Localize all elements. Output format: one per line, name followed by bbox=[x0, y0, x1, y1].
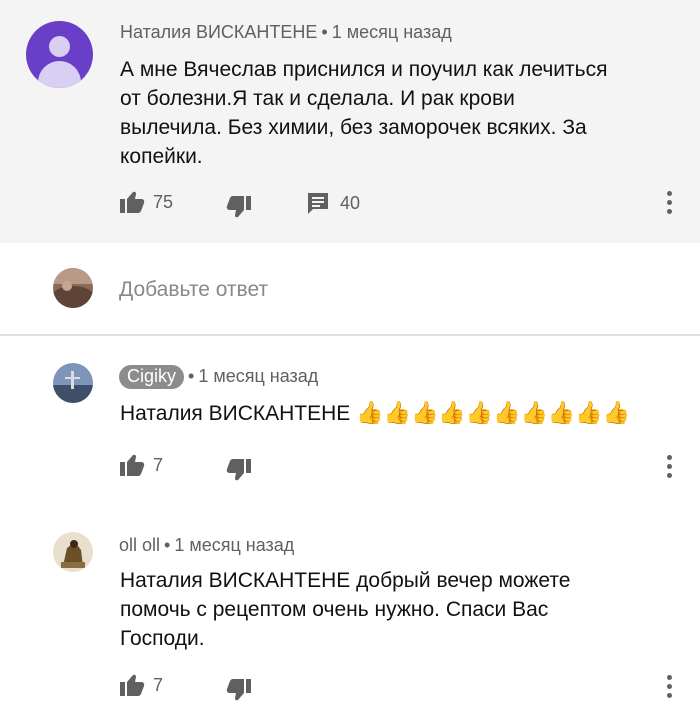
comment-meta: Cigiky • 1 месяц назад bbox=[119, 365, 318, 389]
thumbs-down-icon bbox=[226, 678, 252, 702]
divider bbox=[0, 334, 700, 336]
thumbs-up-icon bbox=[119, 190, 145, 214]
meta-separator: • bbox=[321, 22, 328, 42]
like-count: 75 bbox=[153, 191, 174, 212]
thumbs-up-icon bbox=[119, 453, 145, 477]
more-vertical-icon[interactable] bbox=[667, 191, 673, 217]
comment-text-line: А мне Вячеслав приснился и поучил как ле… bbox=[120, 58, 608, 81]
reply-count: 40 bbox=[340, 192, 361, 213]
like-count: 7 bbox=[153, 454, 164, 475]
highlighted-comment: Наталия ВИСКАНТЕНЕ • 1 месяц назад А мне В… bbox=[0, 0, 700, 243]
comment-text: Наталия ВИСКАНТЕНЕ добрый вечер можете п… bbox=[120, 566, 690, 653]
comment-mention: Наталия ВИСКАНТЕНЕ bbox=[120, 402, 351, 425]
comment-text-line: вылечила. Без химии, без заморочек всяки… bbox=[120, 116, 587, 139]
comment-time[interactable]: 1 месяц назад bbox=[198, 366, 318, 386]
like-button[interactable]: 7 bbox=[119, 453, 163, 477]
comment-meta: oll oll • 1 месяц назад bbox=[119, 535, 294, 556]
comment-text-line: помочь с рецептом очень нужно. Спаси Вас bbox=[120, 598, 549, 621]
dislike-button[interactable] bbox=[226, 678, 252, 702]
comment-time[interactable]: 1 месяц назад bbox=[174, 535, 294, 555]
thumbs-emoji: 👍👍👍👍👍👍👍👍👍👍 bbox=[356, 400, 631, 425]
more-vertical-icon[interactable] bbox=[667, 455, 673, 481]
avatar[interactable] bbox=[53, 532, 93, 572]
comment-text-line: от болезни.Я так и сделала. И рак крови bbox=[120, 87, 515, 110]
comment-time[interactable]: 1 месяц назад bbox=[332, 22, 452, 42]
comment-text-line: Господи. bbox=[120, 627, 205, 650]
dislike-button[interactable] bbox=[226, 458, 252, 482]
comment-author[interactable]: Наталия ВИСКАНТЕНЕ bbox=[120, 22, 317, 42]
like-count: 7 bbox=[153, 674, 164, 695]
author-badge[interactable]: Cigiky bbox=[119, 365, 185, 389]
avatar-head bbox=[49, 36, 70, 57]
avatar[interactable] bbox=[26, 21, 93, 88]
dislike-button[interactable] bbox=[226, 195, 252, 219]
like-button[interactable]: 75 bbox=[119, 190, 173, 214]
comment-meta: Наталия ВИСКАНТЕНЕ • 1 месяц назад bbox=[120, 22, 452, 43]
avatar[interactable] bbox=[53, 363, 93, 403]
like-button[interactable]: 7 bbox=[119, 673, 163, 697]
thumbs-down-icon bbox=[226, 458, 252, 482]
comment-text: А мне Вячеслав приснился и поучил как ле… bbox=[120, 55, 690, 171]
comment-text-line: Наталия ВИСКАНТЕНЕ добрый вечер можете bbox=[120, 569, 571, 592]
thumbs-up-icon bbox=[119, 673, 145, 697]
comment-icon bbox=[306, 191, 330, 215]
meta-separator: • bbox=[188, 366, 195, 386]
comment-text: Наталия ВИСКАНТЕНЕ 👍👍👍👍👍👍👍👍👍👍 bbox=[120, 398, 630, 428]
add-reply-input[interactable]: Добавьте ответ bbox=[119, 278, 268, 302]
thumbs-down-icon bbox=[226, 195, 252, 219]
meta-separator: • bbox=[164, 535, 171, 555]
more-vertical-icon[interactable] bbox=[667, 675, 673, 701]
current-user-avatar bbox=[53, 268, 93, 308]
comment-text-line: копейки. bbox=[120, 145, 203, 168]
comment-author[interactable]: oll oll bbox=[119, 535, 160, 555]
avatar-body bbox=[38, 61, 81, 88]
reply-count-button[interactable]: 40 bbox=[306, 191, 360, 215]
